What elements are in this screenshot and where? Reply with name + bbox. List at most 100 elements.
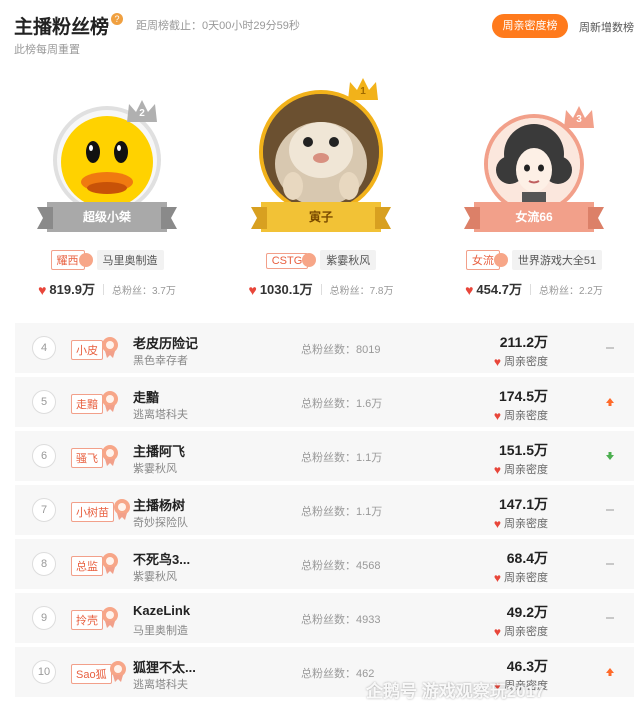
fan-tag: 小皮 bbox=[71, 340, 103, 360]
table-row[interactable]: 8 总监 不死鸟3... 紫霎秋风 总粉丝数：4568 68.4万 ♥ 周亲密度 bbox=[15, 539, 634, 589]
stats: ♥ 1030.1万 总粉丝：7.8万 bbox=[221, 279, 421, 299]
reset-note: 此榜每周重置 bbox=[14, 44, 80, 56]
intimacy-label: ♥ 周亲密度 bbox=[494, 569, 548, 585]
table-row[interactable]: 7 小树苗 主播杨树 奇妙探险队 总粉丝数：1.1万 147.1万 ♥ 周亲密度 bbox=[15, 485, 634, 535]
heart-icon: ♥ bbox=[493, 517, 501, 532]
fan-medal-icon bbox=[102, 391, 118, 412]
intimacy-value: 819.9万 bbox=[49, 282, 95, 297]
name-ribbon[interactable]: 女流66 bbox=[464, 202, 604, 232]
table-row[interactable]: 5 走黯 走黯 逃离塔科夫 总粉丝数：1.6万 174.5万 ♥ 周亲密度 bbox=[15, 377, 634, 427]
anchor-name[interactable]: KazeLink bbox=[133, 603, 190, 618]
stats: ♥ 819.9万 总粉丝：3.7万 bbox=[7, 279, 207, 299]
heart-icon: ♥ bbox=[493, 571, 501, 586]
fan-medal-icon bbox=[110, 661, 126, 682]
fans-total: 总粉丝：7.8万 bbox=[329, 286, 394, 297]
rank-badge: 6 bbox=[32, 444, 56, 468]
intimacy-value: 151.5万 bbox=[498, 442, 548, 458]
guild-name: 逃离塔科夫 bbox=[133, 409, 188, 421]
anchor-name[interactable]: 走黯 bbox=[133, 387, 159, 406]
trend-flat-icon bbox=[606, 509, 614, 511]
cartoon-girl-avatar-image bbox=[488, 118, 580, 210]
fan-medal-icon bbox=[302, 253, 317, 268]
trend-flat-icon bbox=[606, 617, 614, 619]
table-row[interactable]: 9 拎壳 KazeLink 马里奥制造 总粉丝数：4933 49.2万 ♥ 周亲密… bbox=[15, 593, 634, 643]
intimacy-value: 174.5万 bbox=[498, 388, 548, 404]
fan-medal-icon bbox=[102, 607, 118, 628]
guild-tag[interactable]: 世界游戏大全51 bbox=[511, 250, 603, 270]
badges: CSTG 紫霎秋风 bbox=[221, 250, 421, 270]
fan-medal-icon bbox=[78, 253, 93, 268]
fan-tag: Sao狐 bbox=[71, 664, 112, 684]
help-icon[interactable]: ? bbox=[111, 13, 123, 25]
table-row[interactable]: 6 骚飞 主播阿飞 紫霎秋风 总粉丝数：1.1万 151.5万 ♥ 周亲密度 bbox=[15, 431, 634, 481]
ribbon-tail-right bbox=[588, 207, 604, 229]
intimacy-label-text: 周亲密度 bbox=[504, 626, 548, 638]
anchor-name: 女流66 bbox=[515, 210, 553, 224]
tab-weekly-intimacy[interactable]: 周亲密度榜 bbox=[492, 14, 568, 38]
intimacy-label: ♥ 周亲密度 bbox=[494, 353, 548, 369]
intimacy-label-text: 周亲密度 bbox=[504, 464, 548, 476]
fan-medal-icon bbox=[102, 553, 118, 574]
intimacy-label-text: 周亲密度 bbox=[504, 410, 548, 422]
table-row[interactable]: 4 小皮 老皮历险记 黑色幸存者 总粉丝数：8019 211.2万 ♥ 周亲密度 bbox=[15, 323, 634, 373]
anchor-name[interactable]: 不死鸟3... bbox=[133, 549, 190, 568]
countdown-text: 距周榜截止：0天00小时29分59秒 bbox=[136, 20, 300, 32]
anchor-name: 超级小桀 bbox=[82, 210, 131, 224]
anchor-name: 寅子 bbox=[308, 210, 333, 224]
trend-down-icon bbox=[606, 452, 614, 460]
intimacy-value: 49.2万 bbox=[506, 604, 548, 620]
name-ribbon[interactable]: 寅子 bbox=[251, 202, 391, 232]
guild-name: 奇妙探险队 bbox=[133, 517, 188, 529]
badges: 女流 世界游戏大全51 bbox=[434, 250, 634, 270]
avatar[interactable] bbox=[259, 90, 383, 214]
hamster-avatar-image bbox=[263, 94, 379, 210]
ribbon-tail-left bbox=[251, 207, 267, 229]
fan-tag: 拎壳 bbox=[71, 610, 103, 630]
watermark: 企鹅号 游戏观察玩2017 bbox=[366, 682, 545, 701]
ranking-list: 4 小皮 老皮历险记 黑色幸存者 总粉丝数：8019 211.2万 ♥ 周亲密度 … bbox=[15, 323, 634, 701]
anchor-name[interactable]: 狐狸不太... bbox=[133, 657, 196, 676]
guild-name: 紫霎秋风 bbox=[133, 463, 177, 475]
intimacy-value: 46.3万 bbox=[506, 658, 548, 674]
rank-badge: 4 bbox=[32, 336, 56, 360]
heart-icon: ♥ bbox=[493, 463, 501, 478]
fans-total: 总粉丝数：8019 bbox=[301, 344, 381, 356]
intimacy-label-text: 周亲密度 bbox=[504, 356, 548, 368]
podium-rank-3[interactable]: 3 女流66 女流 世界游戏大全51 ♥ 454.7万 总粉丝：2.2万 bbox=[434, 68, 634, 308]
guild-tag[interactable]: 马里奥制造 bbox=[96, 250, 164, 270]
fans-total: 总粉丝数：1.1万 bbox=[301, 452, 383, 464]
rank-badge: 7 bbox=[32, 498, 56, 522]
ribbon-tail-left bbox=[37, 207, 53, 229]
intimacy-value: 211.2万 bbox=[499, 334, 548, 350]
intimacy-label: ♥ 周亲密度 bbox=[494, 515, 548, 531]
rank-badge: 5 bbox=[32, 390, 56, 414]
ribbon-tail-left bbox=[464, 207, 480, 229]
divider bbox=[320, 284, 322, 296]
heart-icon: ♥ bbox=[493, 409, 501, 424]
podium-rank-2[interactable]: 2 超级小桀 耀西 马里奥制造 ♥ 819.9万 总粉丝：3.7万 bbox=[7, 68, 207, 308]
intimacy-value: 454.7万 bbox=[476, 282, 522, 297]
anchor-name[interactable]: 主播阿飞 bbox=[133, 441, 185, 460]
anchor-name[interactable]: 主播杨树 bbox=[133, 495, 185, 514]
rank-badge: 10 bbox=[32, 660, 56, 684]
name-ribbon[interactable]: 超级小桀 bbox=[37, 202, 177, 232]
fan-medal-icon bbox=[493, 253, 508, 268]
trend-up-icon bbox=[606, 398, 614, 406]
podium-rank-1[interactable]: 1 寅子 CSTG 紫霎秋风 ♥ 1030.1万 总粉丝：7.8万 bbox=[221, 68, 421, 308]
heart-icon: ♥ bbox=[493, 625, 501, 640]
rank-number: 3 bbox=[576, 114, 582, 125]
guild-name: 逃离塔科夫 bbox=[133, 679, 188, 691]
page-title: 主播粉丝榜 bbox=[14, 17, 110, 38]
trend-up-icon bbox=[606, 668, 614, 676]
guild-name: 紫霎秋风 bbox=[133, 571, 177, 583]
rank-badge: 9 bbox=[32, 606, 56, 630]
fans-total: 总粉丝：3.7万 bbox=[111, 286, 176, 297]
fans-total: 总粉丝数：1.6万 bbox=[301, 398, 383, 410]
divider bbox=[102, 284, 104, 296]
anchor-name[interactable]: 老皮历险记 bbox=[133, 333, 198, 352]
trend-flat-icon bbox=[606, 347, 614, 349]
fans-total: 总粉丝数：462 bbox=[301, 668, 375, 680]
guild-name: 黑色幸存者 bbox=[133, 355, 188, 367]
tab-weekly-new[interactable]: 周新增数榜 bbox=[579, 19, 634, 35]
guild-tag[interactable]: 紫霎秋风 bbox=[320, 250, 377, 270]
